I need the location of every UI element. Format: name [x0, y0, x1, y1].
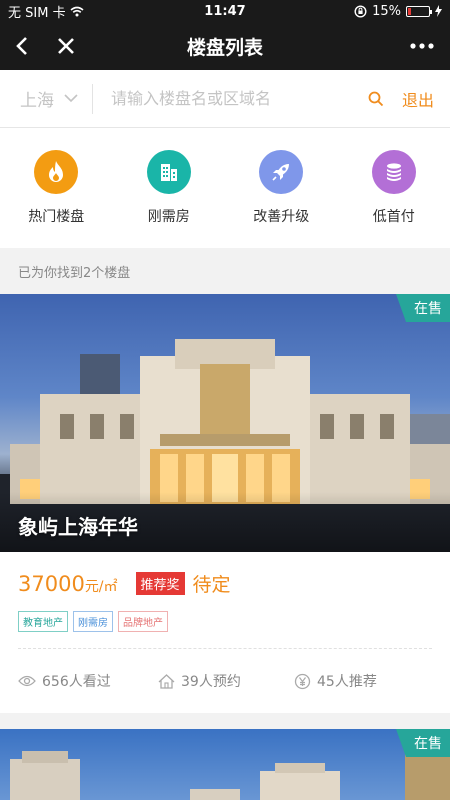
rocket-icon — [259, 150, 304, 194]
charging-icon — [435, 5, 442, 17]
views-stat: 656人看过 — [18, 671, 158, 691]
wifi-icon — [70, 6, 84, 16]
price-value: 37000 — [18, 571, 85, 596]
category-low-down-payment[interactable]: 低首付 — [344, 150, 444, 226]
building-icon — [146, 150, 191, 194]
close-button[interactable] — [44, 22, 88, 70]
price-row: 37000元/㎡ 推荐奖 待定 — [18, 570, 432, 597]
back-button[interactable] — [0, 22, 44, 70]
status-right: 15% — [354, 4, 442, 19]
yen-coin-icon — [294, 673, 311, 689]
city-label: 上海 — [20, 91, 54, 111]
close-icon — [58, 38, 74, 54]
coins-icon — [371, 150, 416, 194]
battery-fill — [408, 7, 411, 15]
battery-percent: 15% — [372, 3, 401, 19]
category-essential[interactable]: 刚需房 — [119, 150, 219, 226]
recommends-stat: 45人推荐 — [294, 671, 377, 691]
listing-card[interactable]: 在售 象屿上海年华 37000元/㎡ 推荐奖 待定 教育地产 刚需房 品牌地产 … — [0, 294, 450, 713]
chevron-left-icon — [16, 37, 27, 55]
category-label: 低首付 — [372, 209, 415, 225]
status-bar: 无 SIM 卡 11:47 15% — [0, 0, 450, 22]
price-unit: 元/㎡ — [84, 578, 118, 595]
listing-image: 在售 象屿上海年华 — [0, 294, 450, 552]
more-button[interactable] — [394, 22, 450, 70]
tag-list: 教育地产 刚需房 品牌地产 — [18, 611, 432, 632]
carrier-info: 无 SIM 卡 — [8, 2, 84, 21]
recommend-reward-badge: 推荐奖 — [135, 572, 185, 595]
price: 37000元/㎡ — [18, 572, 118, 596]
listing-title: 象屿上海年华 — [18, 515, 138, 539]
category-grid: 热门楼盘 刚需房 改善升级 低首付 — [0, 128, 450, 248]
tag-brand: 品牌地产 — [118, 611, 168, 632]
search-icon[interactable] — [360, 91, 392, 107]
bookings-count: 39人预约 — [181, 674, 241, 690]
recommends-count: 45人推荐 — [317, 674, 377, 690]
recommend-reward-value: 待定 — [192, 574, 231, 596]
tag-education: 教育地产 — [18, 611, 68, 632]
orientation-lock-icon — [354, 4, 367, 18]
search-bar: 上海 退出 — [0, 70, 450, 128]
city-selector[interactable]: 上海 — [20, 83, 93, 114]
exit-button[interactable]: 退出 — [402, 87, 434, 111]
more-dots-icon — [410, 43, 434, 49]
chevron-down-icon — [64, 94, 78, 103]
eye-icon — [18, 675, 36, 687]
nav-bar: 楼盘列表 — [0, 22, 450, 70]
listing-card[interactable]: 在售 — [0, 729, 450, 800]
bookings-stat: 39人预约 — [158, 671, 294, 691]
flame-icon — [34, 150, 79, 194]
status-badge: 在售 — [396, 294, 450, 322]
battery-icon — [406, 5, 432, 17]
card-spacer — [0, 713, 450, 729]
category-label: 刚需房 — [147, 209, 190, 225]
home-icon — [158, 673, 175, 689]
carrier-text: 无 SIM 卡 — [8, 5, 66, 21]
category-label: 改善升级 — [253, 209, 310, 225]
building-photo — [10, 749, 450, 800]
result-count: 已为你找到2个楼盘 — [0, 248, 450, 294]
status-badge: 在售 — [396, 729, 450, 757]
tag-essential: 刚需房 — [73, 611, 113, 632]
category-upgrade[interactable]: 改善升级 — [231, 150, 331, 226]
search-input[interactable] — [111, 89, 360, 108]
stats-row: 656人看过 39人预约 45人推荐 — [18, 649, 432, 713]
views-count: 656人看过 — [42, 674, 111, 690]
listing-details: 37000元/㎡ 推荐奖 待定 教育地产 刚需房 品牌地产 656人看过 39人… — [0, 552, 450, 713]
category-hot[interactable]: 热门楼盘 — [6, 150, 106, 226]
category-label: 热门楼盘 — [28, 209, 85, 225]
